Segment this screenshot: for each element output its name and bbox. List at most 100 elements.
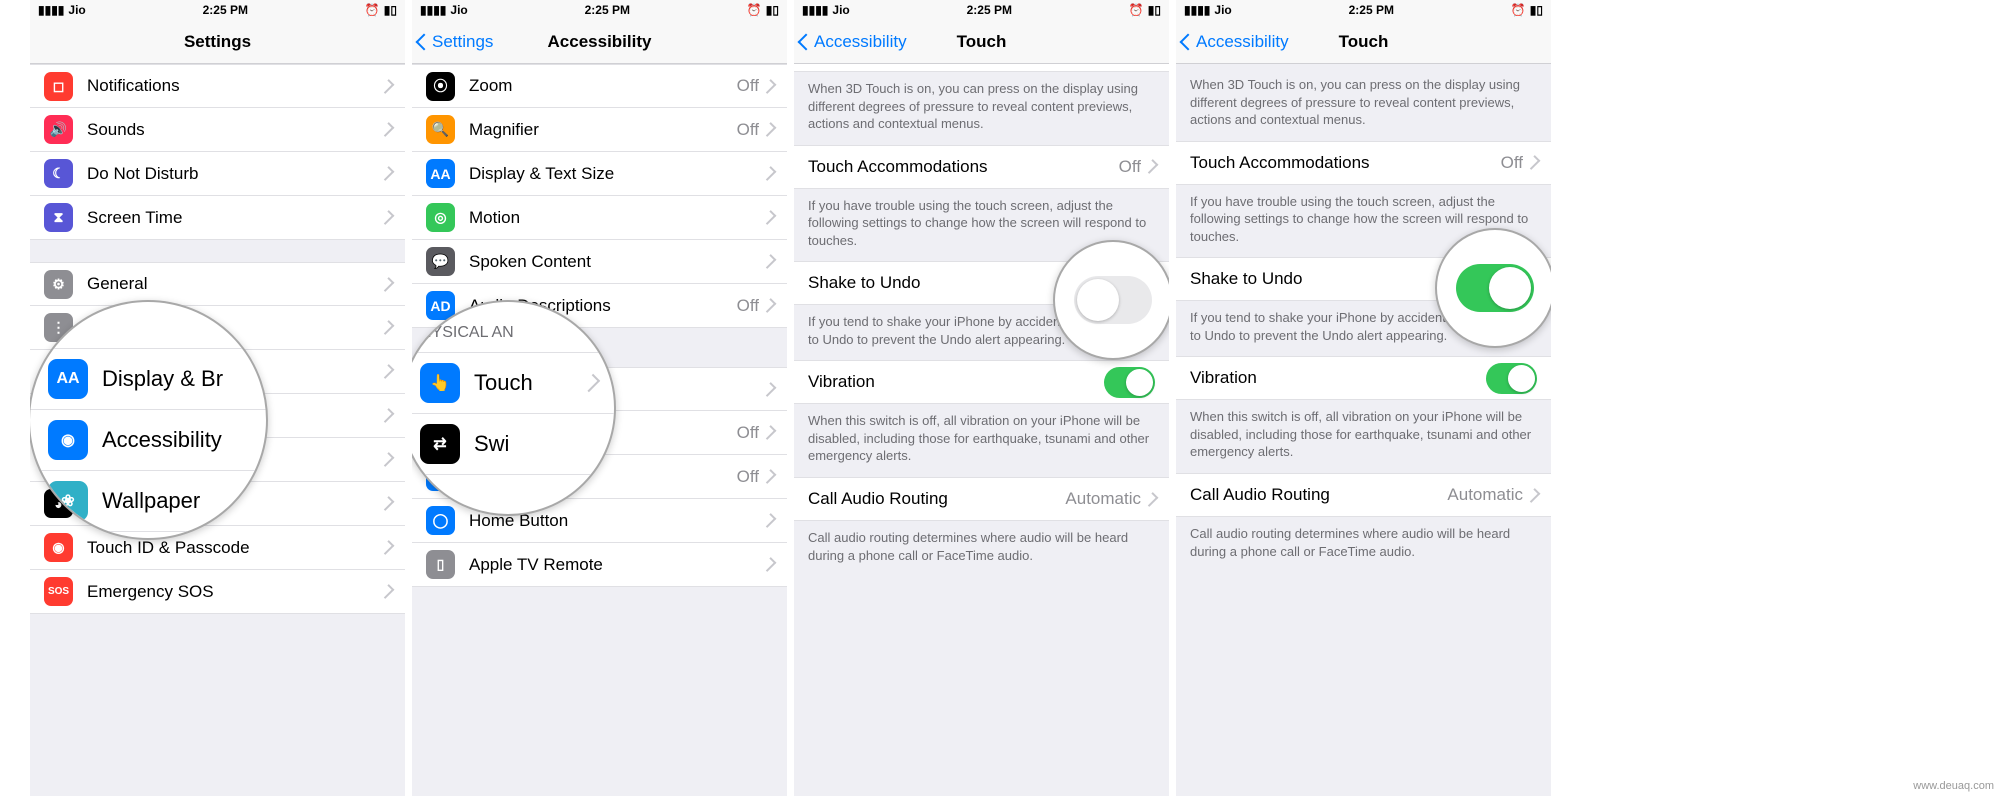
row-screen-time[interactable]: ⧗Screen Time xyxy=(30,196,405,240)
row-motion[interactable]: ◎Motion xyxy=(412,196,787,240)
status-time: 2:25 PM xyxy=(967,3,1012,17)
mag-row-accessibility[interactable]: ◉Accessibility xyxy=(30,410,266,471)
row-vibration[interactable]: Vibration xyxy=(1176,356,1551,400)
touch-icon: 👆 xyxy=(420,363,460,403)
row-apple-tv-remote[interactable]: ▯Apple TV Remote xyxy=(412,543,787,587)
chevron-icon xyxy=(762,425,777,440)
signal-icon: ▮▮▮▮ xyxy=(38,3,64,17)
nav-bar: Settings xyxy=(30,20,405,64)
vibration-toggle[interactable] xyxy=(1486,363,1537,394)
mag-row-display[interactable]: AADisplay & Br xyxy=(30,349,266,410)
status-bar: ▮▮▮▮Jio 2:25 PM ⏰▮▯ xyxy=(1176,0,1551,20)
row-touch-id[interactable]: ◉Touch ID & Passcode xyxy=(30,526,405,570)
chevron-left-icon xyxy=(1182,32,1194,52)
back-button[interactable]: Accessibility xyxy=(794,32,907,52)
desc-call-audio: Call audio routing determines where audi… xyxy=(1176,517,1551,572)
row-general[interactable]: ⚙General xyxy=(30,262,405,306)
speech-icon: 💬 xyxy=(426,247,455,276)
battery-icon: ▮▯ xyxy=(1148,3,1161,17)
carrier: Jio xyxy=(450,3,467,17)
sounds-icon: 🔊 xyxy=(44,115,73,144)
row-call-audio-routing[interactable]: Call Audio RoutingAutomatic xyxy=(794,477,1169,521)
desc-3d-touch: When 3D Touch is on, you can press on th… xyxy=(1176,64,1551,141)
chevron-icon xyxy=(762,79,777,94)
row-display-text-size[interactable]: AADisplay & Text Size xyxy=(412,152,787,196)
row-do-not-disturb[interactable]: ☾Do Not Disturb xyxy=(30,152,405,196)
desc-vibration: When this switch is off, all vibration o… xyxy=(794,404,1169,477)
text-size-icon: AA xyxy=(426,159,455,188)
screen-touch-off: ▮▮▮▮ Jio 2:25 PM ⏰ ▮▯ Accessibility Touch … xyxy=(794,0,1172,796)
chevron-icon xyxy=(1526,155,1541,170)
carrier: Jio xyxy=(1214,3,1231,17)
signal-icon: ▮▮▮▮ xyxy=(1184,3,1210,17)
chevron-icon xyxy=(762,469,777,484)
battery-icon: ▮▯ xyxy=(384,3,397,17)
chevron-icon xyxy=(762,298,777,313)
screen-settings: ▮▮▮▮ Jio 2:25 PM ⏰ ▮▯ Settings ◻Notificati… xyxy=(30,0,408,796)
back-button[interactable]: Settings xyxy=(412,32,493,52)
row-zoom[interactable]: ⦿ZoomOff xyxy=(412,64,787,108)
shake-to-undo-toggle-zoom[interactable] xyxy=(1456,264,1534,312)
carrier: Jio xyxy=(68,3,85,17)
nav-bar: Accessibility Touch xyxy=(794,20,1169,64)
row-sounds[interactable]: 🔊Sounds xyxy=(30,108,405,152)
remote-icon: ▯ xyxy=(426,550,455,579)
screen-accessibility: ▮▮▮▮ Jio 2:25 PM ⏰ ▮▯ Settings Accessibili… xyxy=(412,0,790,796)
battery-icon: ▮▯ xyxy=(1530,3,1543,17)
alarm-icon: ⏰ xyxy=(747,3,762,17)
row-call-audio-routing[interactable]: Call Audio RoutingAutomatic xyxy=(1176,473,1551,517)
screen-touch-on: ▮▮▮▮Jio 2:25 PM ⏰▮▯ Accessibility Touch … xyxy=(1176,0,1554,796)
signal-icon: ▮▮▮▮ xyxy=(420,3,446,17)
switch-icon: ⇄ xyxy=(420,424,460,464)
magnifier-toggle-off xyxy=(1053,240,1172,360)
status-bar: ▮▮▮▮ Jio 2:25 PM ⏰ ▮▯ xyxy=(794,0,1169,20)
chevron-icon xyxy=(1144,492,1159,507)
status-bar: ▮▮▮▮ Jio 2:25 PM ⏰ ▮▯ xyxy=(412,0,787,20)
hourglass-icon: ⧗ xyxy=(44,203,73,232)
nav-bar: Settings Accessibility xyxy=(412,20,787,64)
alarm-icon: ⏰ xyxy=(1129,3,1144,17)
desc-vibration: When this switch is off, all vibration o… xyxy=(1176,400,1551,473)
chevron-icon xyxy=(762,122,777,137)
carrier: Jio xyxy=(832,3,849,17)
zoom-icon: ⦿ xyxy=(426,72,455,101)
row-touch-accommodations[interactable]: Touch AccommodationsOff xyxy=(794,145,1169,189)
shake-to-undo-toggle-zoom[interactable] xyxy=(1074,276,1152,324)
fingerprint-icon: ◉ xyxy=(44,533,73,562)
accessibility-icon: ◉ xyxy=(48,420,88,460)
alarm-icon: ⏰ xyxy=(365,3,380,17)
magnifier-icon: 🔍 xyxy=(426,115,455,144)
mag-row-touch[interactable]: 👆Touch xyxy=(412,353,614,414)
back-button[interactable]: Accessibility xyxy=(1176,32,1289,52)
magnifier-toggle-on xyxy=(1435,228,1554,348)
chevron-left-icon xyxy=(800,32,812,52)
row-touch-accommodations[interactable]: Touch AccommodationsOff xyxy=(1176,141,1551,185)
nav-bar: Accessibility Touch xyxy=(1176,20,1551,64)
row-notifications[interactable]: ◻Notifications xyxy=(30,64,405,108)
row-vibration[interactable]: Vibration xyxy=(794,360,1169,404)
vibration-toggle[interactable] xyxy=(1104,367,1155,398)
signal-icon: ▮▮▮▮ xyxy=(802,3,828,17)
alarm-icon: ⏰ xyxy=(1511,3,1526,17)
notifications-icon: ◻ xyxy=(44,72,73,101)
desc-3d-touch: When 3D Touch is on, you can press on th… xyxy=(794,72,1169,145)
status-time: 2:25 PM xyxy=(585,3,630,17)
desc-call-audio: Call audio routing determines where audi… xyxy=(794,521,1169,576)
row-magnifier[interactable]: 🔍MagnifierOff xyxy=(412,108,787,152)
status-bar: ▮▮▮▮ Jio 2:25 PM ⏰ ▮▯ xyxy=(30,0,405,20)
chevron-icon xyxy=(582,374,600,392)
battery-icon: ▮▯ xyxy=(766,3,779,17)
gear-icon: ⚙ xyxy=(44,270,73,299)
mag-row-switch[interactable]: ⇄Swi xyxy=(412,414,614,475)
chevron-icon xyxy=(1526,488,1541,503)
text-size-icon: AA xyxy=(48,359,88,399)
row-spoken-content[interactable]: 💬Spoken Content xyxy=(412,240,787,284)
status-time: 2:25 PM xyxy=(203,3,248,17)
moon-icon: ☾ xyxy=(44,159,73,188)
watermark: www.deuaq.com xyxy=(1913,780,1994,792)
row-emergency-sos[interactable]: SOSEmergency SOS xyxy=(30,570,405,614)
home-icon: ◯ xyxy=(426,506,455,535)
sos-icon: SOS xyxy=(44,577,73,606)
motion-icon: ◎ xyxy=(426,203,455,232)
chevron-icon xyxy=(1144,159,1159,174)
